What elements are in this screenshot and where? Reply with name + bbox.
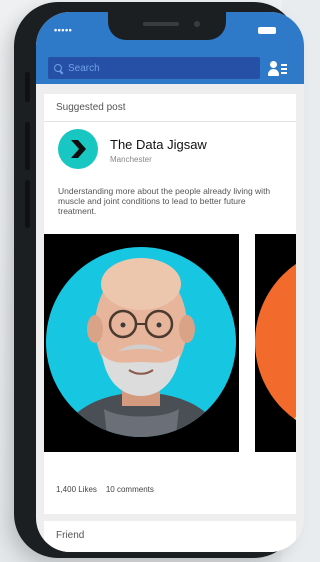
post-media-carousel[interactable]	[44, 234, 296, 452]
signal-indicator: •••••	[54, 25, 73, 35]
camera	[194, 21, 200, 27]
chevron-right-icon	[71, 140, 86, 158]
phone-screen: ••••• Search Suggested post The Data Jig…	[36, 12, 304, 552]
post-image[interactable]	[44, 234, 239, 452]
search-input[interactable]: Search	[68, 63, 100, 74]
page-avatar[interactable]	[58, 129, 98, 169]
divider	[44, 121, 296, 122]
suggested-post-card: Suggested post The Data Jigsaw Mancheste…	[44, 94, 296, 514]
page-name[interactable]: The Data Jigsaw	[110, 137, 207, 152]
card-header: Suggested post	[56, 102, 126, 113]
card-header: Friend	[56, 530, 85, 541]
page-location: Manchester	[110, 155, 152, 164]
search-bar[interactable]: Search	[48, 57, 260, 79]
friend-card: Friend	[44, 521, 296, 552]
side-button	[25, 122, 30, 170]
likes-count[interactable]: 1,400 Likes	[56, 485, 97, 494]
comments-count[interactable]: 10 comments	[106, 485, 154, 494]
side-button	[25, 72, 30, 102]
phone-frame: ••••• Search Suggested post The Data Jig…	[14, 2, 304, 558]
app-header: ••••• Search	[36, 12, 304, 84]
speaker	[143, 22, 179, 26]
phone-notch	[108, 12, 226, 40]
post-stats: 1,400 Likes 10 comments	[56, 485, 154, 494]
stage: ••••• Search Suggested post The Data Jig…	[0, 0, 304, 562]
side-button	[25, 180, 30, 228]
post-text: Understanding more about the people alre…	[58, 186, 271, 216]
profile-list-icon[interactable]	[268, 60, 288, 78]
post-image[interactable]	[255, 234, 296, 452]
search-icon	[54, 63, 63, 73]
battery-icon	[258, 27, 276, 34]
